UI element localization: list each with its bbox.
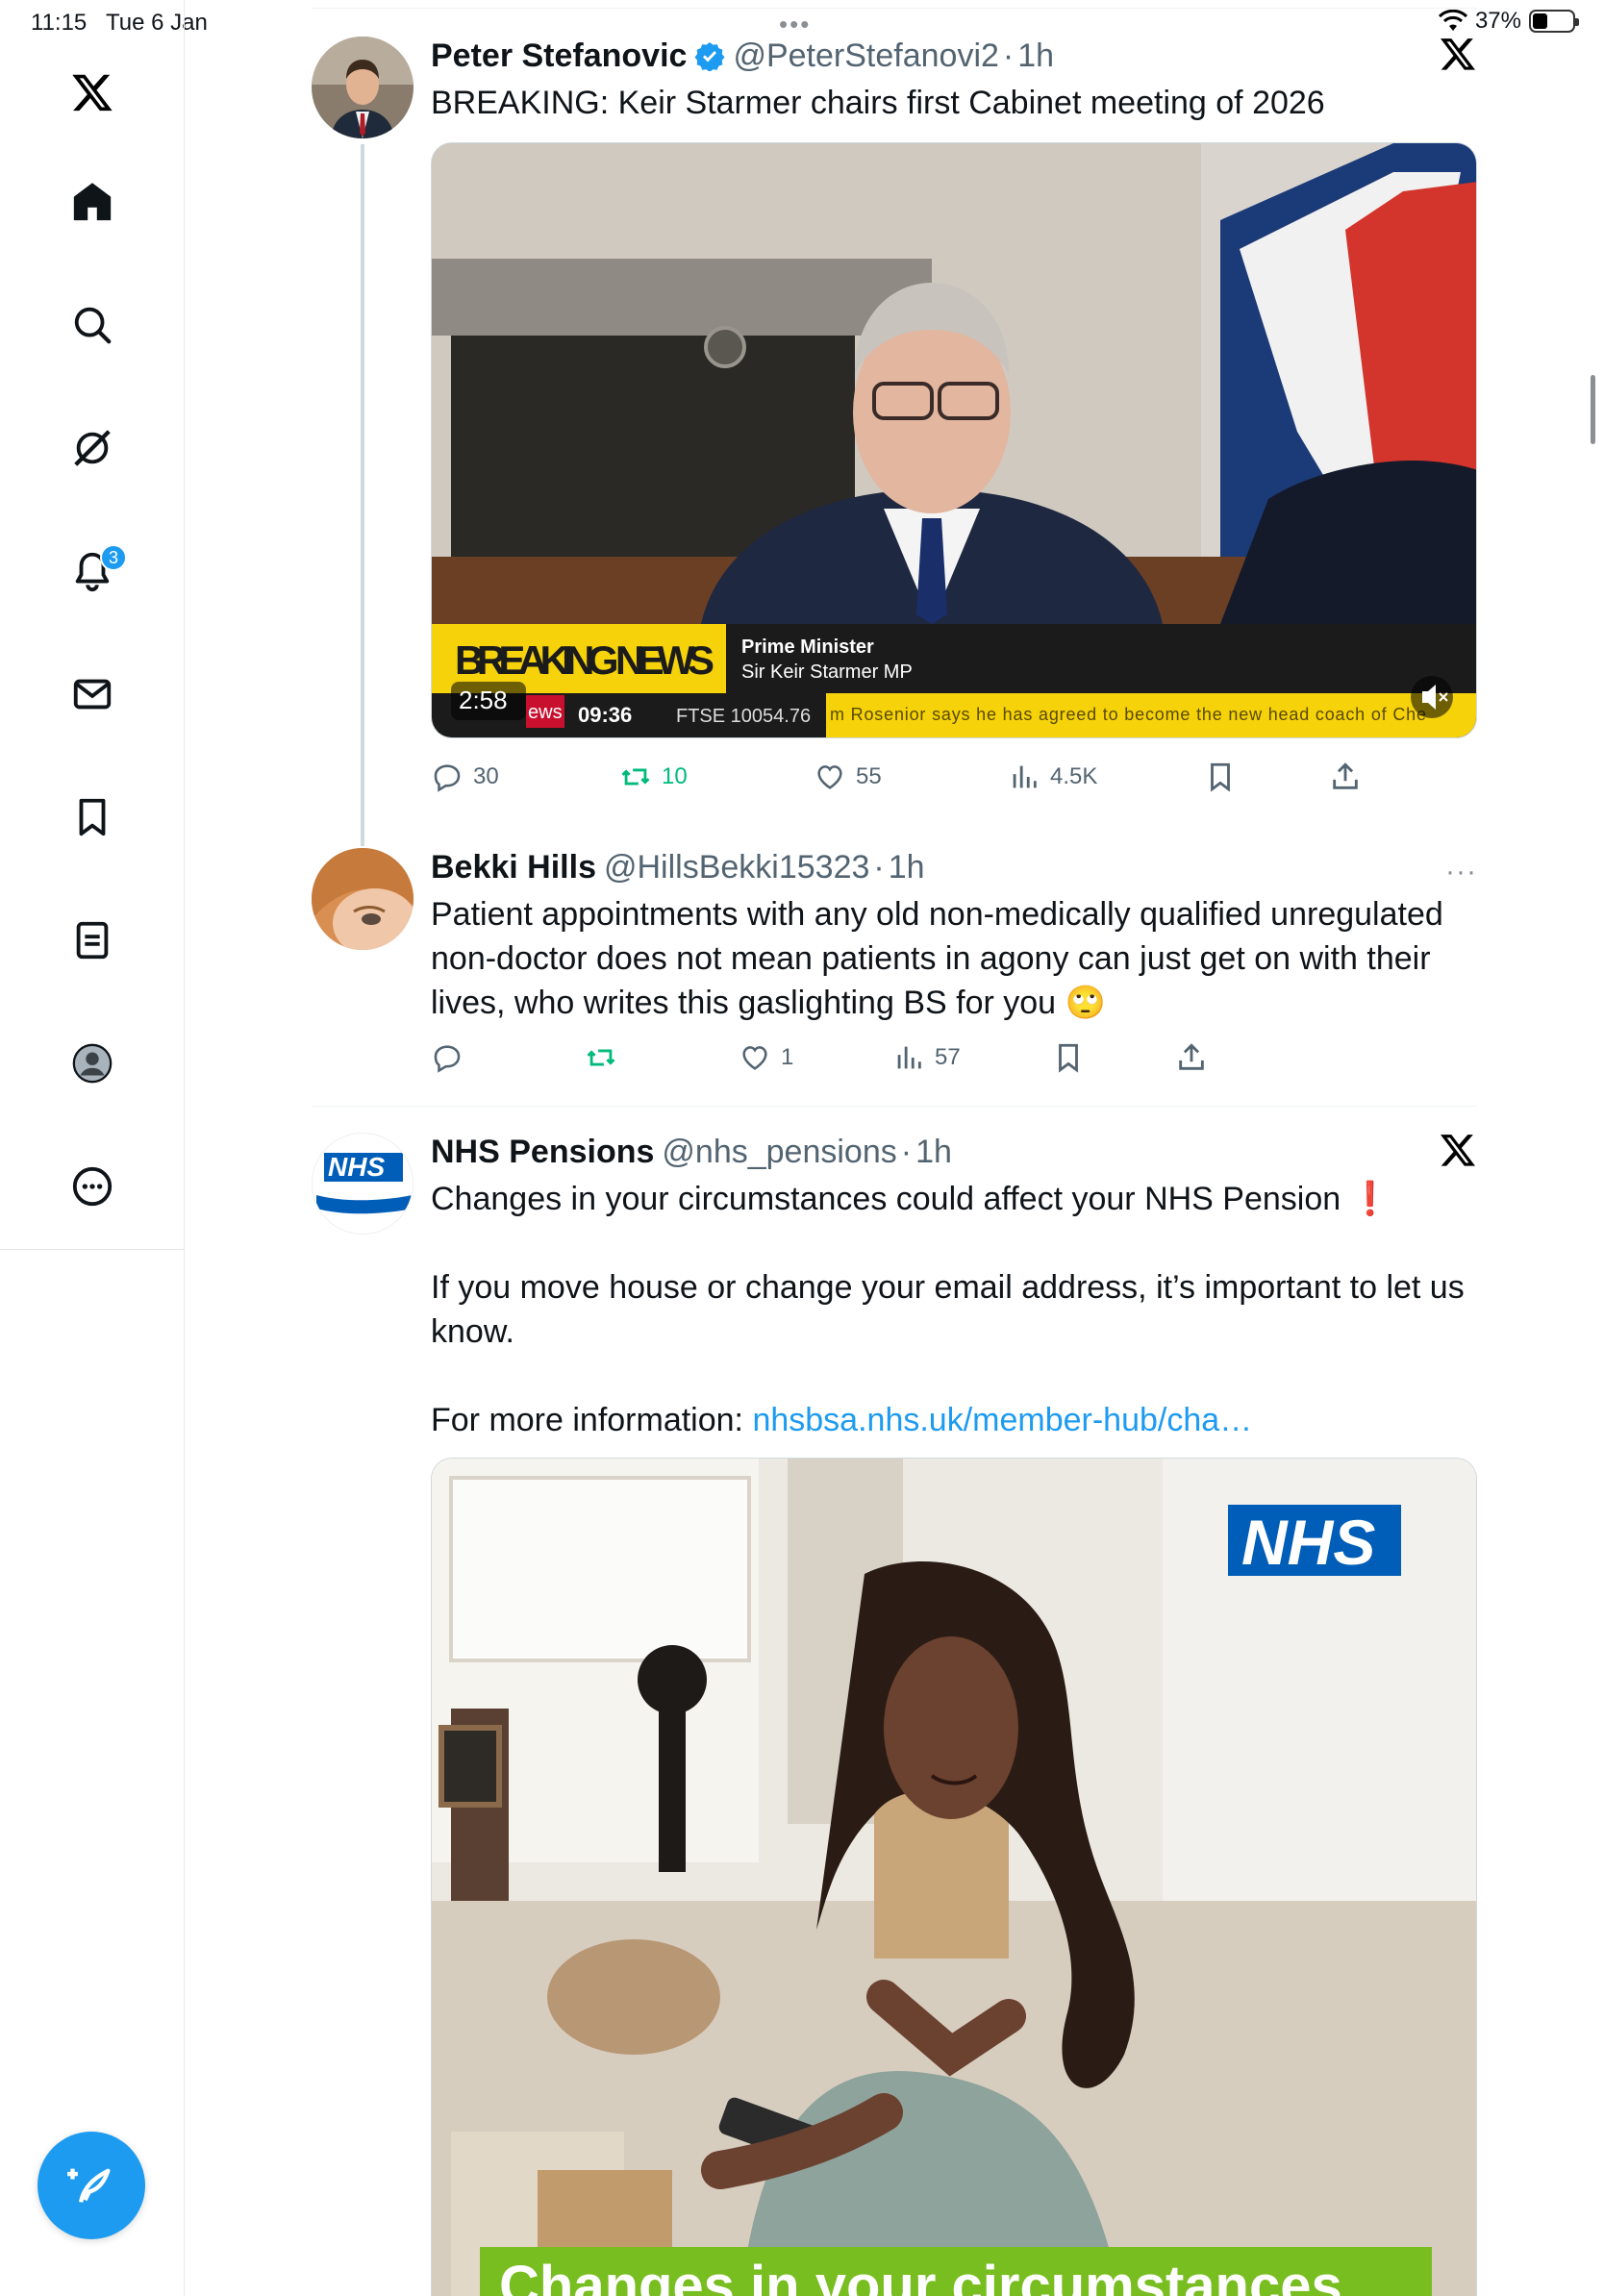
svg-text:NHS: NHS — [328, 1152, 385, 1182]
reply-button[interactable]: 30 — [431, 758, 499, 796]
tweet-text: BREAKING: Keir Starmer chairs first Cabi… — [431, 85, 1325, 121]
video-ticker-left: FTSE 10054.76 — [676, 706, 811, 727]
tweet-actions: 1 57 — [431, 1038, 1204, 1077]
more-icon[interactable] — [63, 1158, 121, 1215]
video-role: Prime Minister — [741, 636, 874, 658]
x-logo-icon — [1441, 1135, 1475, 1166]
author-handle[interactable]: @PeterStefanovi2 — [733, 37, 998, 75]
notifications-icon[interactable]: 3 — [63, 542, 127, 600]
avatar[interactable]: NHS — [312, 1133, 414, 1235]
compose-icon — [67, 2168, 111, 2203]
compose-button[interactable] — [38, 2132, 145, 2239]
search-icon[interactable] — [63, 296, 121, 354]
notifications-badge: 3 — [100, 544, 127, 571]
tweet-text: Changes in your circumstances could affe… — [431, 1181, 1465, 1438]
share-button[interactable] — [1175, 1038, 1208, 1077]
x-logo-icon — [1441, 38, 1475, 70]
tweet-link[interactable]: nhsbsa.nhs.uk/member-hub/cha… — [752, 1402, 1252, 1438]
author-handle[interactable]: @nhs_pensions — [662, 1134, 896, 1171]
bookmark-button[interactable] — [1052, 1038, 1085, 1077]
timeline[interactable]: Peter Stefanovic @PeterStefanovi2 · 1h B… — [185, 0, 1604, 2296]
tweet-header: Peter Stefanovic @PeterStefanovi2 · 1h — [431, 37, 1055, 75]
analytics-icon — [897, 1046, 921, 1069]
like-button[interactable]: 55 — [814, 758, 882, 796]
tweet-peter-stefanovic[interactable]: Peter Stefanovic @PeterStefanovi2 · 1h B… — [312, 35, 1477, 846]
repost-icon — [621, 768, 650, 786]
reply-button[interactable] — [431, 1038, 473, 1077]
more-options-button[interactable]: ··· — [1445, 856, 1477, 888]
author-name[interactable]: Peter Stefanovic — [431, 37, 687, 75]
author-name[interactable]: Bekki Hills — [431, 849, 596, 886]
video-clock: 09:36 — [578, 703, 632, 727]
image-caption: Changes in your circumstances — [499, 2255, 1342, 2296]
profile-icon[interactable] — [63, 1035, 121, 1092]
tweet-header: Bekki Hills @HillsBekki15323 · 1h — [431, 848, 925, 886]
tweet-actions: 30 10 55 4.5K — [431, 758, 1358, 796]
messages-icon[interactable] — [63, 665, 121, 723]
views-button[interactable]: 4.5K — [1008, 758, 1097, 796]
heart-icon — [742, 1046, 767, 1070]
lists-icon[interactable] — [63, 911, 121, 969]
tweet-time[interactable]: 1h — [915, 1134, 952, 1171]
tweet-video[interactable]: BREAKING NEWS Prime Minister Sir Keir St… — [431, 142, 1477, 738]
share-icon — [1333, 762, 1358, 789]
bookmark-icon — [1059, 1043, 1078, 1073]
video-banner: BREAKING NEWS — [455, 637, 714, 683]
avatar[interactable] — [312, 848, 414, 950]
tweet-nhs-pensions[interactable]: NHS NHS Pensions @nhs_pensions · 1h Chan… — [312, 1131, 1477, 2296]
views-button[interactable]: 57 — [892, 1038, 961, 1077]
verified-badge-icon — [694, 42, 725, 71]
tweet-time[interactable]: 1h — [889, 849, 925, 886]
sidebar: 3 — [0, 0, 185, 1250]
video-duration: 2:58 — [459, 686, 508, 714]
bookmark-icon — [1211, 762, 1230, 792]
tweet-image[interactable]: NHS Changes in your circumstances — [431, 1458, 1477, 2296]
home-icon[interactable] — [63, 173, 121, 231]
tweet-bekki-hills[interactable]: Bekki Hills @HillsBekki15323 · 1h ··· Pa… — [312, 846, 1477, 1096]
tweet-time[interactable]: 1h — [1017, 37, 1054, 75]
bookmark-button[interactable] — [1204, 758, 1237, 796]
author-name[interactable]: NHS Pensions — [431, 1134, 654, 1171]
repost-icon — [587, 1049, 615, 1066]
scrollbar[interactable] — [1591, 375, 1595, 444]
bookmarks-icon[interactable] — [63, 788, 121, 846]
avatar[interactable] — [312, 37, 414, 138]
like-button[interactable]: 1 — [739, 1038, 793, 1077]
reply-icon — [434, 764, 461, 792]
analytics-icon — [1013, 765, 1037, 788]
author-handle[interactable]: @HillsBekki15323 — [604, 849, 869, 886]
share-button[interactable] — [1329, 758, 1362, 796]
repost-button[interactable] — [585, 1038, 627, 1077]
tweet-text: Patient appointments with any old non-me… — [431, 896, 1443, 1021]
grok-icon[interactable] — [63, 419, 121, 477]
tweet-header: NHS Pensions @nhs_pensions · 1h — [431, 1133, 952, 1171]
video-ticker: m Rosenior says he has agreed to become … — [830, 705, 1426, 724]
reply-icon — [434, 1045, 461, 1073]
share-icon — [1179, 1043, 1204, 1070]
x-logo-icon[interactable] — [63, 63, 121, 121]
repost-button[interactable]: 10 — [619, 758, 688, 796]
divider — [312, 1106, 1477, 1107]
heart-icon — [817, 765, 842, 789]
svg-text:ews: ews — [528, 702, 563, 723]
nhs-logo: NHS — [1241, 1507, 1375, 1578]
video-person: Sir Keir Starmer MP — [741, 661, 913, 683]
